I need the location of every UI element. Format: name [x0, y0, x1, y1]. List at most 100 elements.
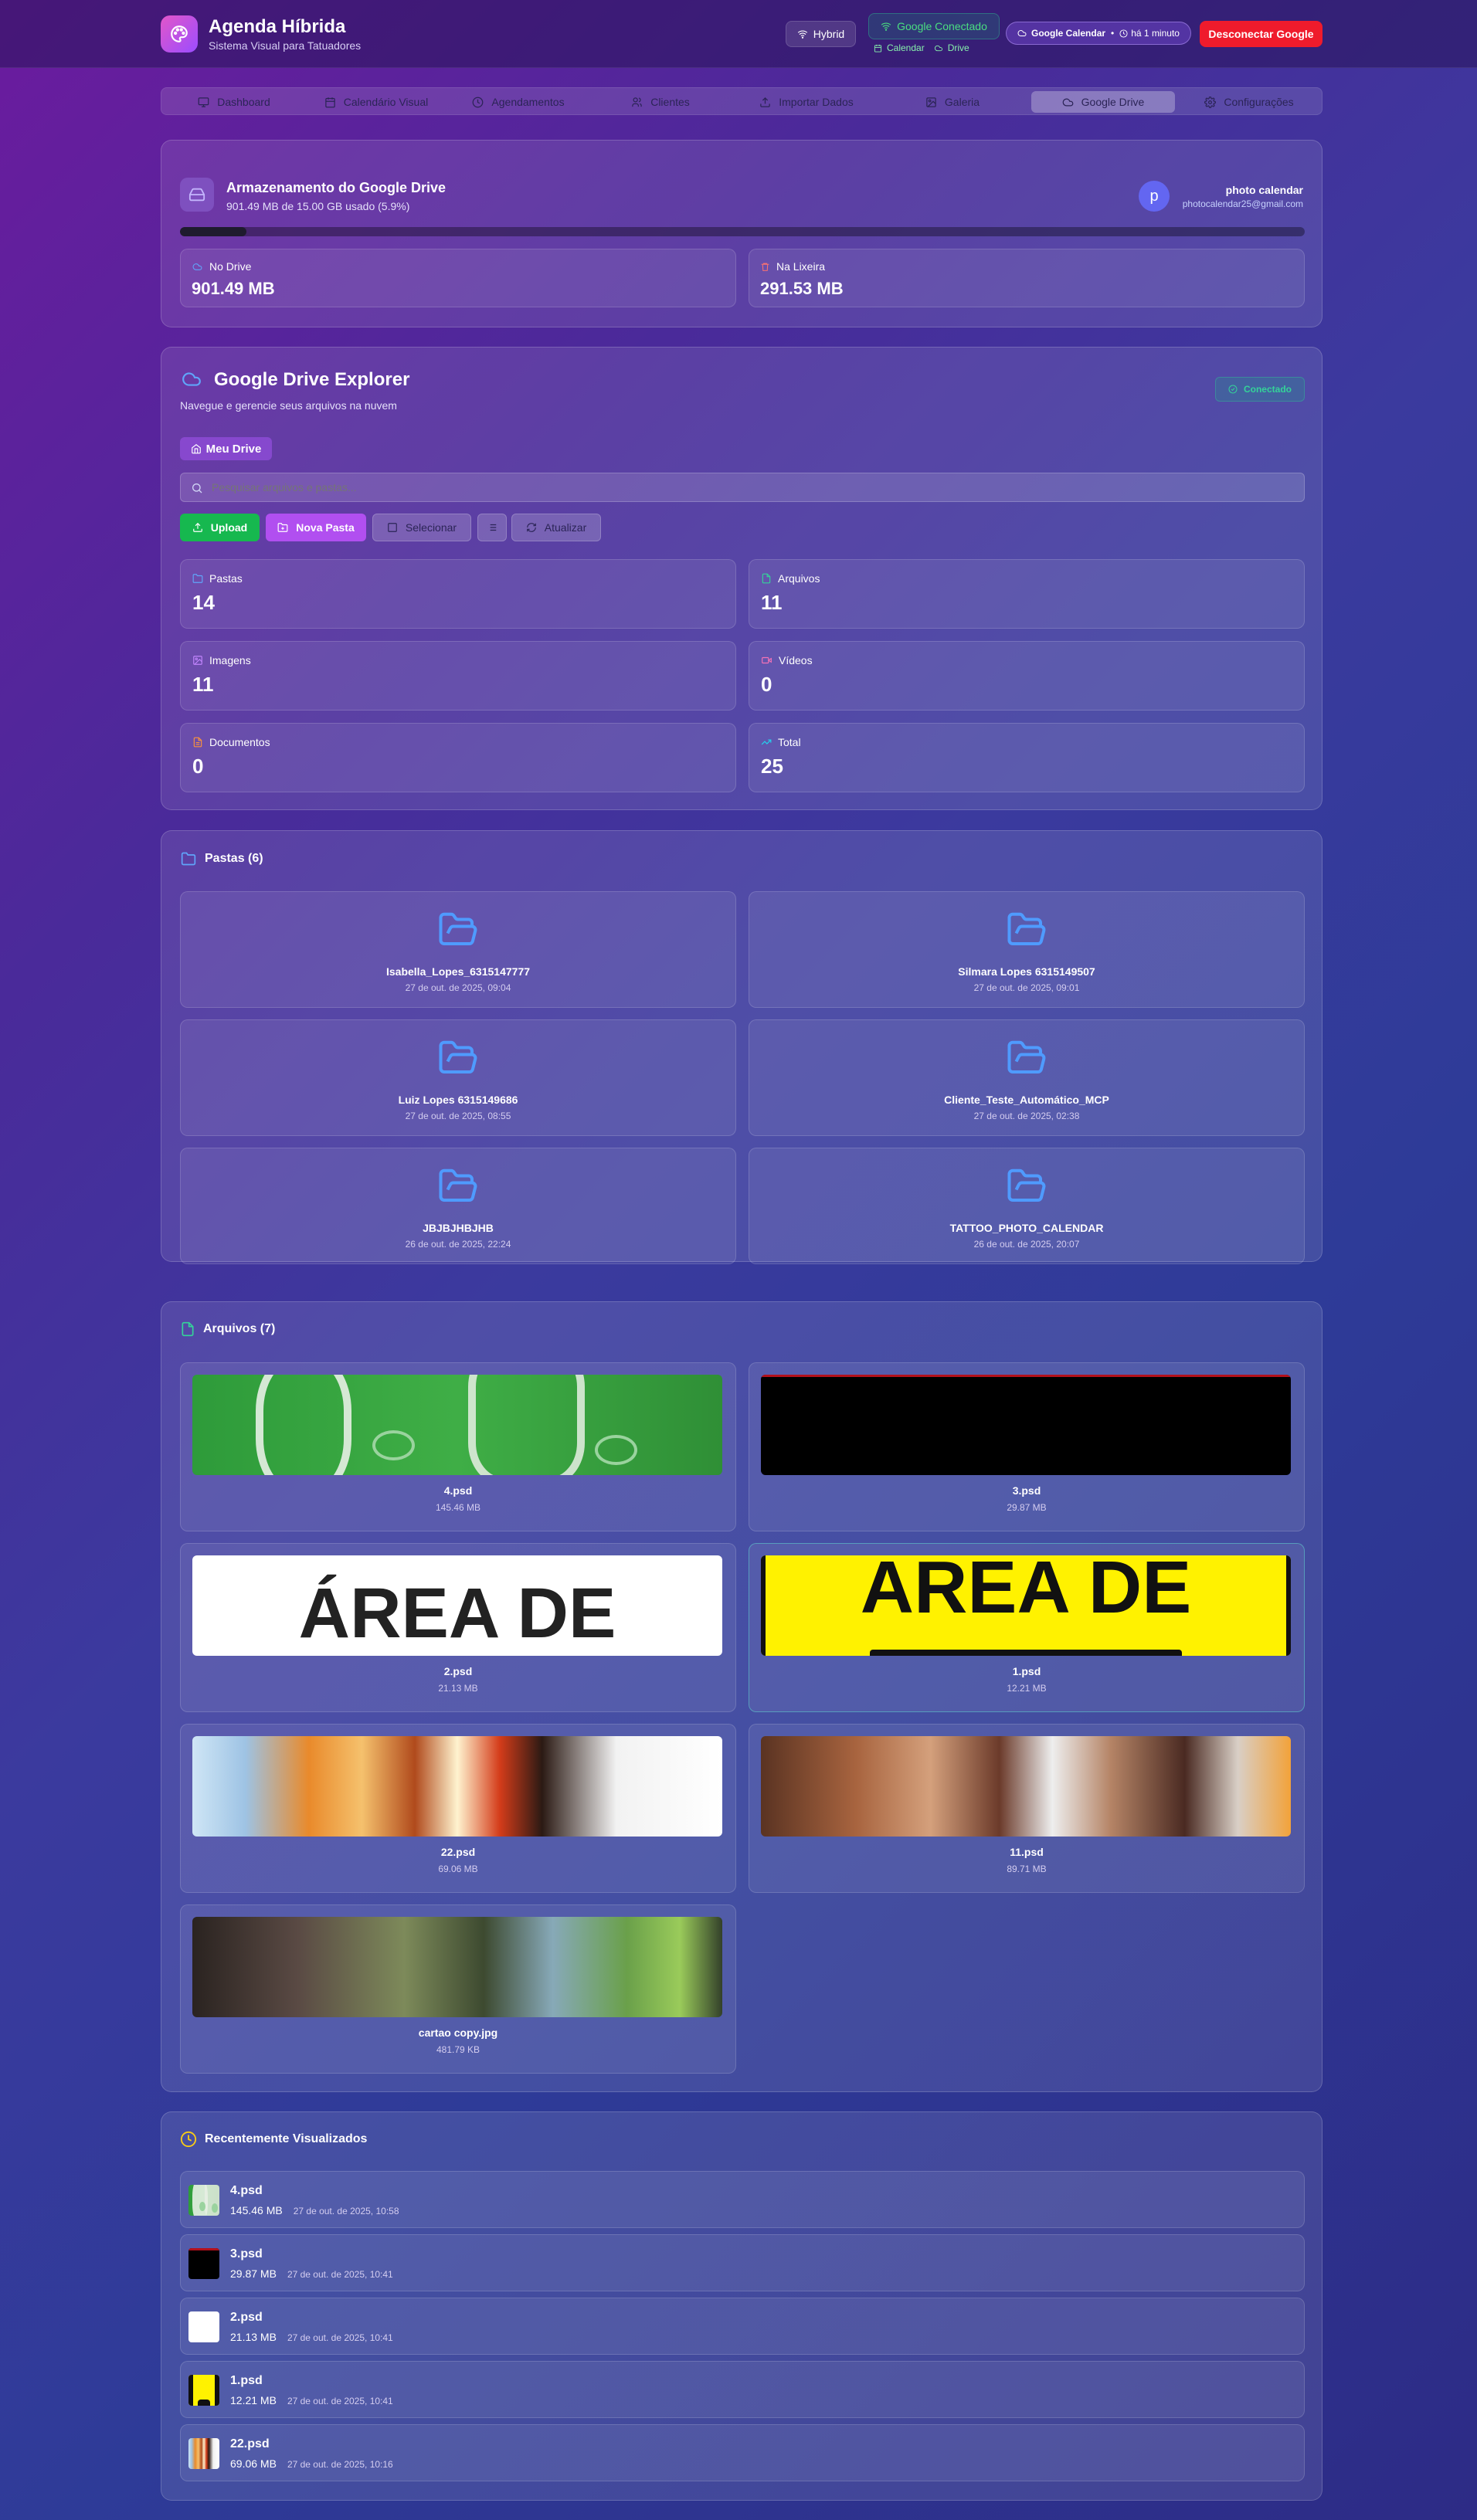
cloud-icon [1017, 30, 1027, 36]
user-name: photo calendar [1225, 184, 1303, 196]
folder-date: 27 de out. de 2025, 08:55 [405, 1111, 511, 1121]
tab-agendamentos[interactable]: Agendamentos [449, 91, 588, 113]
stat-label: Total [778, 736, 801, 748]
google-calendar-sync-badge[interactable]: Google Calendar • há 1 minuto [1006, 22, 1191, 45]
folder-item[interactable]: JBJBJHBJHB 26 de out. de 2025, 22:24 [180, 1148, 736, 1264]
folder-item[interactable]: Cliente_Teste_Automático_MCP 27 de out. d… [749, 1019, 1305, 1136]
recent-item[interactable]: 1.psd 12.21 MB 27 de out. de 2025, 10:41 [180, 2361, 1305, 2418]
breadcrumb[interactable]: Meu Drive [180, 437, 272, 460]
disconnect-google-button[interactable]: Desconectar Google [1200, 21, 1323, 47]
list-icon [487, 524, 497, 531]
refresh-icon [526, 523, 536, 532]
file-icon [182, 1321, 194, 1337]
file-item[interactable]: 11.psd 89.71 MB [749, 1724, 1305, 1893]
folder-date: 27 de out. de 2025, 02:38 [973, 1111, 1080, 1121]
stat-label-row: Imagens [192, 654, 251, 666]
recent-meta: 29.87 MB 27 de out. de 2025, 10:41 [230, 2267, 393, 2280]
select-button[interactable]: Selecionar [372, 514, 471, 541]
folders-header: Pastas (6) [180, 851, 263, 867]
recent-item[interactable]: 2.psd 21.13 MB 27 de out. de 2025, 10:41 [180, 2298, 1305, 2355]
folder-open-icon [439, 1168, 477, 1202]
drive-usage-label-row: No Drive [192, 260, 251, 273]
stat-value: 0 [192, 755, 204, 778]
trash-usage-label: Na Lixeira [776, 260, 826, 273]
storage-progress-fill [180, 227, 246, 236]
file-item[interactable]: 4.psd 145.46 MB [180, 1362, 736, 1531]
file-item[interactable]: AREA DE 1.psd 12.21 MB [749, 1543, 1305, 1712]
new-folder-label: Nova Pasta [296, 521, 355, 534]
separator-dot: • [1111, 28, 1115, 39]
search-icon [192, 483, 202, 493]
file-name: 3.psd [1012, 1484, 1041, 1497]
tab-importar-dados[interactable]: Importar Dados [733, 91, 880, 113]
document-icon [193, 737, 202, 748]
app-title: Agenda Híbrida [209, 16, 346, 37]
drive-service-label: Drive [947, 42, 969, 53]
search-input[interactable] [212, 473, 1293, 501]
new-folder-button[interactable]: Nova Pasta [266, 514, 366, 541]
recent-size: 12.21 MB [230, 2394, 277, 2406]
stat-arquivos: Arquivos 11 [749, 559, 1305, 629]
folder-plus-icon [277, 523, 288, 532]
recent-meta: 12.21 MB 27 de out. de 2025, 10:41 [230, 2394, 393, 2406]
folder-item[interactable]: Isabella_Lopes_6315147777 27 de out. de 2… [180, 891, 736, 1008]
tab-clientes[interactable]: Clientes [591, 91, 730, 113]
stat-value: 11 [192, 673, 214, 696]
check-circle-icon [1228, 385, 1238, 394]
folder-item[interactable]: Luiz Lopes 6315149686 27 de out. de 2025,… [180, 1019, 736, 1136]
folder-open-icon [1007, 912, 1046, 946]
stat-label-row: Pastas [192, 572, 243, 585]
folder-date: 27 de out. de 2025, 09:04 [405, 982, 511, 993]
image-icon [193, 656, 202, 665]
recent-thumbnail [188, 2248, 219, 2279]
folder-name: Isabella_Lopes_6315147777 [385, 965, 531, 978]
stat-label: Vídeos [779, 654, 813, 666]
avatar[interactable]: p [1139, 181, 1170, 212]
app-subtitle: Sistema Visual para Tatuadores [209, 39, 362, 52]
tab-galeria[interactable]: Galeria [883, 91, 1022, 113]
files-title: Arquivos (7) [203, 1322, 276, 1335]
tab-configuracoes[interactable]: Configurações [1180, 91, 1319, 113]
stat-label: Pastas [209, 572, 243, 585]
file-item[interactable]: 3.psd 29.87 MB [749, 1362, 1305, 1531]
list-view-button[interactable] [477, 514, 507, 541]
tab-calendario-visual[interactable]: Calendário Visual [307, 91, 446, 113]
checkbox-icon [388, 523, 397, 532]
stat-pastas: Pastas 14 [180, 559, 736, 629]
stat-label: Arquivos [778, 572, 820, 585]
recent-item[interactable]: 22.psd 69.06 MB 27 de out. de 2025, 10:16 [180, 2424, 1305, 2481]
recent-meta: 69.06 MB 27 de out. de 2025, 10:16 [230, 2457, 393, 2470]
tab-dashboard[interactable]: Dashboard [165, 91, 304, 113]
file-item[interactable]: cartao copy.jpg 481.79 KB [180, 1904, 736, 2074]
recent-date: 27 de out. de 2025, 10:41 [287, 2332, 393, 2343]
users-icon [632, 97, 642, 107]
folder-open-icon [1007, 1040, 1046, 1074]
file-icon [762, 573, 771, 584]
tab-google-drive[interactable]: Google Drive [1031, 91, 1175, 113]
folder-item[interactable]: TATTOO_PHOTO_CALENDAR 26 de out. de 2025,… [749, 1148, 1305, 1264]
recent-item[interactable]: 4.psd 145.46 MB 27 de out. de 2025, 10:58 [180, 2171, 1305, 2228]
recent-name: 3.psd [230, 2247, 263, 2261]
file-size: 12.21 MB [1007, 1683, 1047, 1694]
folder-date: 26 de out. de 2025, 20:07 [973, 1239, 1080, 1250]
recent-meta: 21.13 MB 27 de out. de 2025, 10:41 [230, 2331, 393, 2343]
palette-icon [161, 15, 198, 53]
google-connected-badge: Google Conectado [868, 13, 1000, 39]
recent-size: 145.46 MB [230, 2204, 283, 2216]
recent-item[interactable]: 3.psd 29.87 MB 27 de out. de 2025, 10:41 [180, 2234, 1305, 2291]
file-item[interactable]: 22.psd 69.06 MB [180, 1724, 736, 1893]
file-item[interactable]: ÁREA DE 2.psd 21.13 MB [180, 1543, 736, 1712]
file-name: 22.psd [440, 1846, 476, 1858]
file-thumbnail [192, 1917, 722, 2017]
folders-title: Pastas (6) [205, 852, 263, 865]
gear-icon [1204, 96, 1217, 108]
trash-usage-box: Na Lixeira 291.53 MB [749, 249, 1305, 307]
folder-date: 26 de out. de 2025, 22:24 [405, 1239, 511, 1250]
folder-item[interactable]: Silmara Lopes 6315149507 27 de out. de 20… [749, 891, 1305, 1008]
hybrid-mode-button[interactable]: Hybrid [786, 21, 856, 47]
upload-button[interactable]: Upload [180, 514, 260, 541]
refresh-button[interactable]: Atualizar [511, 514, 601, 541]
clock-icon [180, 2131, 197, 2148]
recent-date: 27 de out. de 2025, 10:41 [287, 2396, 393, 2406]
folder-name: Silmara Lopes 6315149507 [958, 965, 1095, 978]
